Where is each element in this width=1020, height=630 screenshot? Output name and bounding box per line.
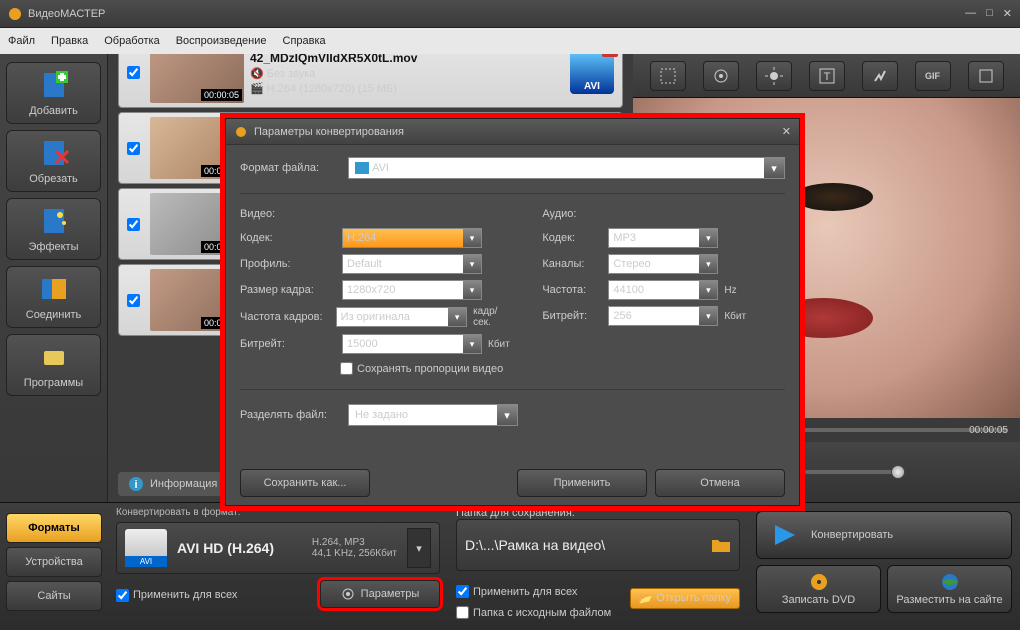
- titlebar: ВидеоМАСТЕР — □ ✕: [0, 0, 1020, 28]
- params-dialog: Параметры конвертирования ✕ Формат файла…: [225, 118, 800, 506]
- sidebar: Добавить Обрезать Эффекты Соединить Прог…: [0, 54, 108, 502]
- file-name: 42_MDzIQmVIIdXR5X0tL.mov: [250, 54, 564, 65]
- bottom-panel: Форматы Устройства Сайты Конвертировать …: [0, 502, 1020, 630]
- gif-button[interactable]: GIF: [915, 61, 951, 91]
- video-size-select[interactable]: 1280x720▾: [342, 280, 482, 300]
- format-tabs: Форматы Устройства Сайты: [0, 503, 108, 630]
- menu-process[interactable]: Обработка: [104, 35, 159, 47]
- convert-button[interactable]: Конвертировать: [756, 511, 1012, 559]
- file-item[interactable]: 00:00:05 42_MDzIQmVIIdXR5X0tL.mov 🔇 Без …: [118, 54, 623, 108]
- apply-all-checkbox[interactable]: Применить для всех: [116, 589, 237, 602]
- video-codec-select[interactable]: H.264▾: [342, 228, 482, 248]
- fullscreen-button[interactable]: [968, 61, 1004, 91]
- file-checkbox[interactable]: [127, 66, 140, 79]
- minimize-button[interactable]: —: [965, 7, 976, 20]
- upload-button[interactable]: Разместить на сайте: [887, 565, 1012, 613]
- file-format-badge: AVI: [570, 54, 614, 94]
- avi-icon: [355, 162, 369, 174]
- convert-format-panel: Конвертировать в формат: AVI HD (H.264) …: [108, 503, 448, 630]
- tab-sites[interactable]: Сайты: [6, 581, 102, 611]
- action-panel: Конвертировать Записать DVD Разместить н…: [748, 503, 1020, 630]
- save-path-row[interactable]: D:\...\Рамка на видео\: [456, 519, 740, 571]
- timecode: 00:00:05: [969, 425, 1008, 436]
- menu-playback[interactable]: Воспроизведение: [176, 35, 267, 47]
- folder-icon[interactable]: [711, 536, 731, 554]
- file-checkbox[interactable]: [127, 294, 140, 307]
- format-icon: [125, 529, 167, 567]
- tab-formats[interactable]: Форматы: [6, 513, 102, 543]
- sidebar-effects[interactable]: Эффекты: [6, 198, 101, 260]
- dialog-close-button[interactable]: ✕: [782, 125, 791, 138]
- audio-freq-select[interactable]: 44100▾: [608, 280, 718, 300]
- file-codec: 🎬 H.264 (1280x720) (15 МБ): [250, 82, 564, 95]
- menubar: Файл Правка Обработка Воспроизведение Сп…: [0, 28, 1020, 54]
- audio-channels-select[interactable]: Стерео▾: [608, 254, 718, 274]
- keep-ratio-checkbox[interactable]: Сохранять пропорции видео: [340, 362, 512, 375]
- menu-help[interactable]: Справка: [283, 35, 326, 47]
- chevron-down-icon[interactable]: ▾: [764, 158, 784, 178]
- info-bar[interactable]: i Информация: [118, 472, 227, 496]
- dvd-icon: [809, 572, 829, 592]
- src-folder-checkbox[interactable]: Папка с исходным файлом: [456, 606, 611, 619]
- open-folder-button[interactable]: 📂 Открыть папку: [630, 588, 740, 609]
- save-apply-all-checkbox[interactable]: Применить для всех: [456, 585, 611, 598]
- cancel-button[interactable]: Отмена: [655, 469, 785, 497]
- menu-edit[interactable]: Правка: [51, 35, 88, 47]
- convert-icon: [771, 521, 799, 549]
- sidebar-programs[interactable]: Программы: [6, 334, 101, 396]
- burn-dvd-button[interactable]: Записать DVD: [756, 565, 881, 613]
- video-profile-select[interactable]: Default▾: [342, 254, 482, 274]
- text-button[interactable]: T: [809, 61, 845, 91]
- video-fps-select[interactable]: Из оригинала▾: [336, 307, 467, 327]
- window-title: ВидеоМАСТЕР: [28, 8, 105, 20]
- audio-bitrate-select[interactable]: 256▾: [608, 306, 718, 326]
- maximize-button[interactable]: □: [986, 7, 993, 20]
- video-bitrate-select[interactable]: 15000▾: [342, 334, 482, 354]
- brightness-button[interactable]: [756, 61, 792, 91]
- file-format-select[interactable]: AVI ▾: [348, 157, 785, 179]
- preview-toolbar: T GIF: [633, 54, 1020, 98]
- format-selector[interactable]: AVI HD (H.264) H.264, MP3 44,1 KHz, 256К…: [116, 522, 440, 574]
- sidebar-join[interactable]: Соединить: [6, 266, 101, 328]
- gear-icon: [341, 587, 355, 601]
- info-icon: i: [128, 476, 144, 492]
- file-checkbox[interactable]: [127, 218, 140, 231]
- tab-devices[interactable]: Устройства: [6, 547, 102, 577]
- file-checkbox[interactable]: [127, 142, 140, 155]
- file-remove-button[interactable]: ✕: [602, 54, 618, 57]
- file-audio: 🔇 Без звука: [250, 67, 564, 80]
- gear-icon: [234, 125, 248, 139]
- filter-button[interactable]: [703, 61, 739, 91]
- app-icon: [8, 7, 22, 21]
- sidebar-add[interactable]: Добавить: [6, 62, 101, 124]
- close-button[interactable]: ✕: [1003, 7, 1012, 20]
- split-file-select[interactable]: Не задано▾: [348, 404, 518, 426]
- dialog-titlebar: Параметры конвертирования ✕: [226, 119, 799, 145]
- save-folder-panel: Папка для сохранения: D:\...\Рамка на ви…: [448, 503, 748, 630]
- params-button[interactable]: Параметры: [320, 580, 440, 608]
- sidebar-crop[interactable]: Обрезать: [6, 130, 101, 192]
- globe-icon: [940, 572, 960, 592]
- svg-text:i: i: [134, 479, 137, 491]
- format-dropdown-button[interactable]: ▾: [407, 528, 431, 568]
- audio-codec-select[interactable]: MP3▾: [608, 228, 718, 248]
- apply-button[interactable]: Применить: [517, 469, 647, 497]
- svg-text:T: T: [823, 71, 830, 83]
- menu-file[interactable]: Файл: [8, 35, 35, 47]
- save-as-button[interactable]: Сохранить как...: [240, 469, 370, 497]
- file-thumbnail: 00:00:05: [150, 54, 244, 103]
- speed-button[interactable]: [862, 61, 898, 91]
- crop-tool-button[interactable]: [650, 61, 686, 91]
- volume-slider[interactable]: [805, 470, 905, 474]
